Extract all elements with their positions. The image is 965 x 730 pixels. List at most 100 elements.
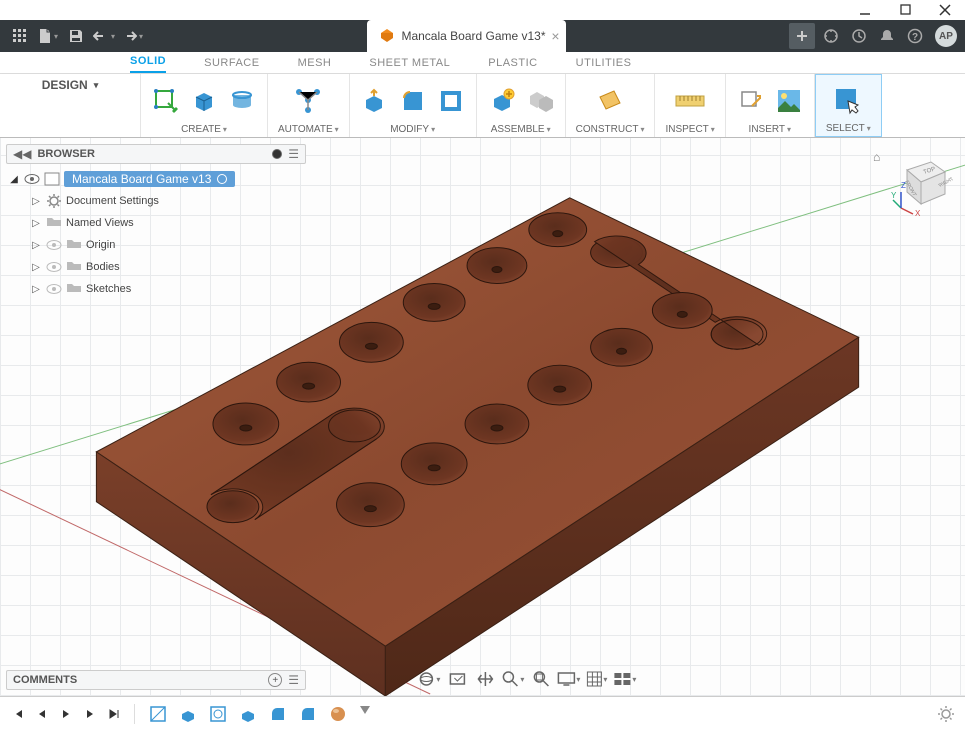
create-revolve-button[interactable] — [227, 86, 257, 116]
file-menu-button[interactable] — [36, 24, 60, 48]
browser-menu-icon[interactable]: ☰ — [288, 147, 299, 161]
pan-button[interactable] — [472, 668, 498, 690]
feature-extrude-2[interactable] — [237, 704, 259, 724]
avatar-initials: AP — [939, 31, 953, 42]
joint-button[interactable] — [525, 86, 555, 116]
new-tab-button[interactable] — [789, 23, 815, 49]
caret-right-icon[interactable]: ▷ — [30, 262, 42, 273]
feature-fillet-1[interactable] — [267, 704, 289, 724]
construct-plane-button[interactable] — [595, 86, 625, 116]
create-box-button[interactable] — [189, 86, 219, 116]
group-label-automate[interactable]: AUTOMATE — [278, 124, 339, 135]
window-minimize-button[interactable] — [845, 0, 885, 20]
user-avatar[interactable]: AP — [935, 25, 957, 47]
tab-utilities[interactable]: UTILITIES — [576, 57, 632, 73]
look-at-button[interactable] — [444, 668, 470, 690]
feature-appearance[interactable] — [327, 704, 349, 724]
tree-row-bodies[interactable]: ▷ Bodies — [6, 256, 306, 278]
browser-pin-icon[interactable] — [272, 149, 282, 159]
workspace-switcher[interactable]: DESIGN▾ — [10, 78, 130, 92]
feature-sketch-1[interactable] — [147, 704, 169, 724]
tab-sheet-metal[interactable]: SHEET METAL — [369, 57, 450, 73]
extensions-icon[interactable] — [819, 24, 843, 48]
group-label-construct[interactable]: CONSTRUCT — [576, 124, 645, 135]
timeline-play-button[interactable] — [58, 706, 74, 722]
window-maximize-button[interactable] — [885, 0, 925, 20]
add-comment-button[interactable]: + — [268, 673, 282, 687]
undo-button[interactable] — [92, 24, 116, 48]
feature-extrude-1[interactable] — [177, 704, 199, 724]
timeline-settings-button[interactable] — [937, 705, 955, 723]
timeline-next-button[interactable] — [82, 706, 98, 722]
tab-plastic[interactable]: PLASTIC — [488, 57, 537, 73]
timeline-prev-button[interactable] — [34, 706, 50, 722]
orbit-button[interactable] — [416, 668, 442, 690]
feature-fillet-2[interactable] — [297, 704, 319, 724]
collapse-browser-icon[interactable]: ◀◀ — [13, 147, 31, 161]
caret-down-icon[interactable]: ◢ — [8, 174, 20, 185]
tree-row-named-views[interactable]: ▷ Named Views — [6, 212, 306, 234]
notifications-icon[interactable] — [875, 24, 899, 48]
save-button[interactable] — [64, 24, 88, 48]
document-tab[interactable]: Mancala Board Game v13* × — [367, 20, 565, 52]
apps-grid-icon[interactable] — [8, 24, 32, 48]
shell-button[interactable] — [436, 86, 466, 116]
insert-canvas-button[interactable] — [774, 86, 804, 116]
insert-derive-button[interactable] — [736, 86, 766, 116]
group-label-insert[interactable]: INSERT — [749, 124, 792, 135]
display-settings-button[interactable] — [556, 668, 582, 690]
visibility-eye-off-icon[interactable] — [46, 239, 62, 251]
window-close-button[interactable] — [925, 0, 965, 20]
visibility-eye-icon[interactable] — [24, 173, 40, 185]
automate-button[interactable] — [293, 86, 323, 116]
grid-settings-button[interactable] — [584, 668, 610, 690]
tree-row-document-settings[interactable]: ▷ Document Settings — [6, 190, 306, 212]
tree-root-row[interactable]: ◢ Mancala Board Game v13 — [6, 168, 306, 190]
create-sketch-button[interactable] — [151, 86, 181, 116]
close-tab-button[interactable]: × — [551, 28, 559, 44]
expand-comments-icon[interactable]: ☰ — [288, 673, 299, 687]
viewport[interactable]: ◀◀ BROWSER ☰ ◢ Mancala Board Game v13 ▷ … — [0, 138, 965, 696]
schedule-icon[interactable] — [847, 24, 871, 48]
caret-right-icon[interactable]: ▷ — [30, 240, 42, 251]
group-label-assemble[interactable]: ASSEMBLE — [491, 124, 551, 135]
visibility-eye-icon[interactable] — [46, 261, 62, 273]
view-cube[interactable]: ⌂ TOP FRONT RIGHT Z X Y — [891, 152, 951, 212]
gear-icon — [46, 193, 62, 209]
browser-header[interactable]: ◀◀ BROWSER ☰ — [6, 144, 306, 164]
fillet-button[interactable] — [398, 86, 428, 116]
timeline-last-button[interactable] — [106, 706, 122, 722]
svg-text:Z: Z — [901, 181, 906, 190]
feature-sketch-2[interactable] — [207, 704, 229, 724]
browser-tree: ◢ Mancala Board Game v13 ▷ Document Sett… — [6, 168, 306, 300]
activate-radio-icon[interactable] — [217, 174, 227, 184]
visibility-eye-icon[interactable] — [46, 283, 62, 295]
tab-solid[interactable]: SOLID — [130, 55, 166, 73]
press-pull-button[interactable] — [360, 86, 390, 116]
tree-row-sketches[interactable]: ▷ Sketches — [6, 278, 306, 300]
new-component-button[interactable] — [487, 86, 517, 116]
group-label-modify[interactable]: MODIFY — [390, 124, 435, 135]
help-icon[interactable]: ? — [903, 24, 927, 48]
group-label-select[interactable]: SELECT — [826, 123, 871, 134]
viewports-button[interactable] — [612, 668, 638, 690]
select-button[interactable] — [833, 86, 863, 116]
zoom-button[interactable] — [500, 668, 526, 690]
caret-right-icon[interactable]: ▷ — [30, 284, 42, 295]
tab-surface[interactable]: SURFACE — [204, 57, 259, 73]
tree-row-origin[interactable]: ▷ Origin — [6, 234, 306, 256]
tab-mesh[interactable]: MESH — [298, 57, 332, 73]
group-label-inspect[interactable]: INSPECT — [665, 124, 714, 135]
tree-item-label: Origin — [86, 239, 115, 251]
timeline-marker[interactable] — [360, 706, 370, 714]
home-view-icon[interactable]: ⌂ — [873, 150, 880, 164]
fit-button[interactable] — [528, 668, 554, 690]
caret-right-icon[interactable]: ▷ — [30, 196, 42, 207]
measure-button[interactable] — [675, 86, 705, 116]
group-label-create[interactable]: CREATE — [181, 124, 227, 135]
redo-button[interactable] — [120, 24, 144, 48]
caret-right-icon[interactable]: ▷ — [30, 218, 42, 229]
comments-panel[interactable]: COMMENTS + ☰ — [6, 670, 306, 690]
group-automate: AUTOMATE — [268, 74, 350, 137]
timeline-first-button[interactable] — [10, 706, 26, 722]
